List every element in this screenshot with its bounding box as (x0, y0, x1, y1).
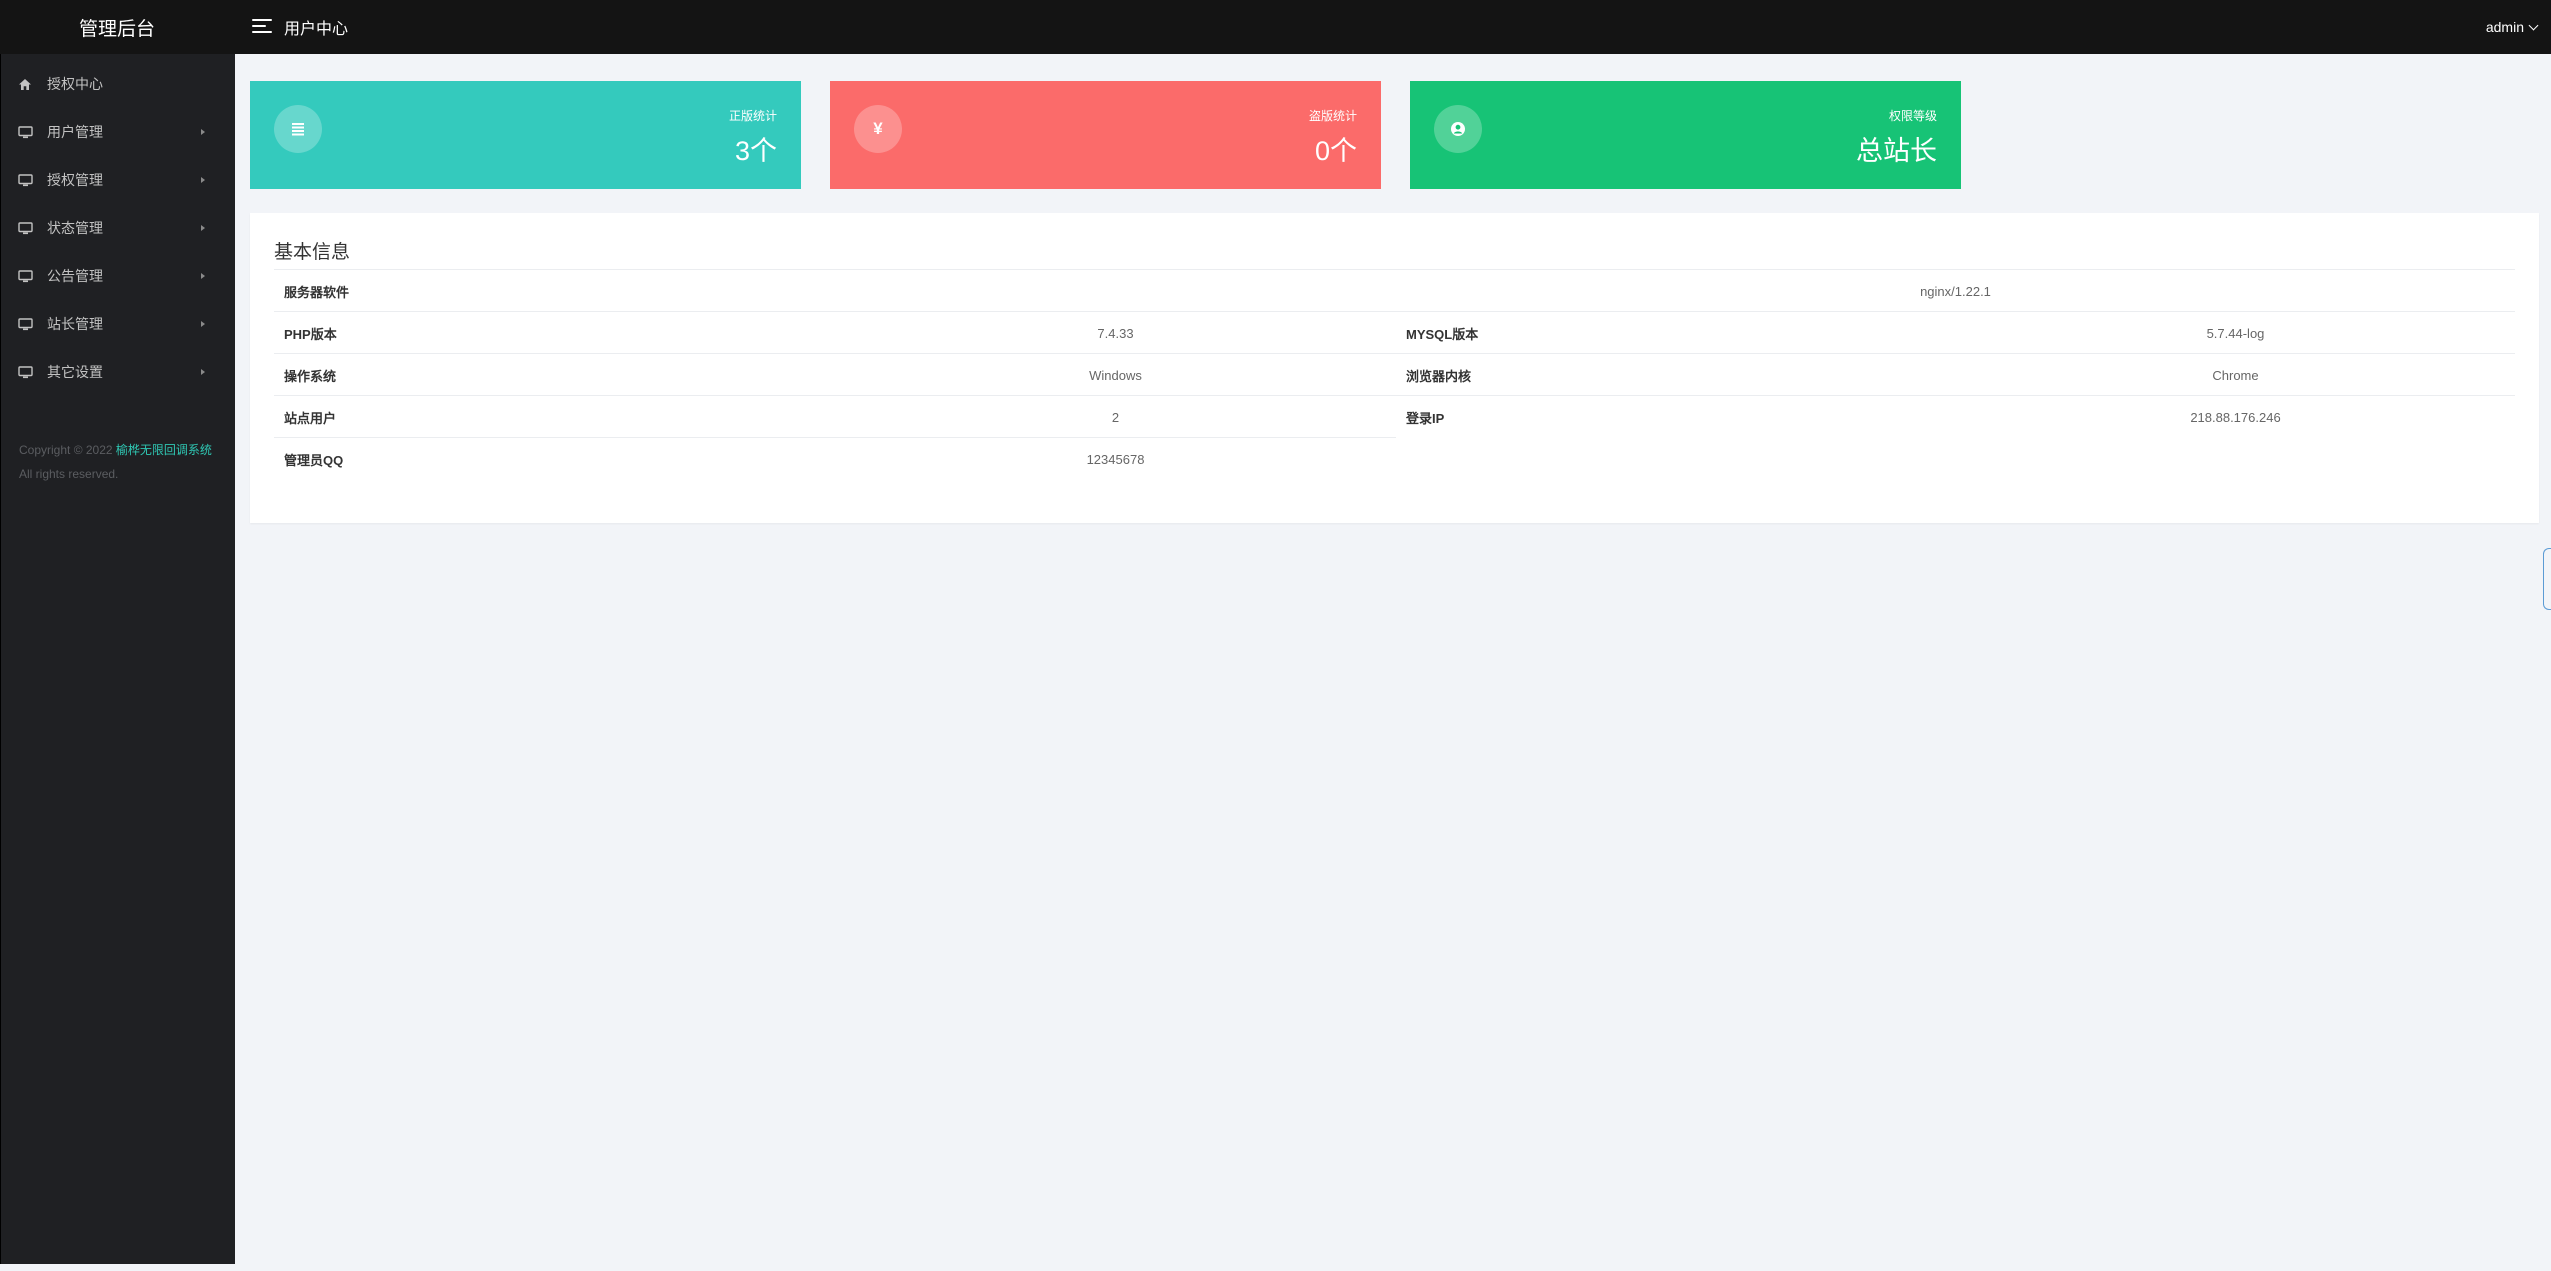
sidebar-item-label: 用户管理 (47, 124, 103, 140)
sidebar-item-label: 授权中心 (47, 76, 103, 92)
info-row-php-version: PHP版本 7.4.33 (274, 311, 1396, 353)
username: admin (2485, 19, 2524, 35)
copyright-prefix: Copyright © 2022 (19, 443, 116, 457)
caret-right-icon (201, 177, 205, 183)
sidebar-item-webmaster-management[interactable]: 站长管理 (1, 300, 235, 348)
sidebar-item-label: 状态管理 (47, 220, 103, 236)
info-row-login-ip: 登录IP 218.88.176.246 (1396, 395, 2515, 437)
copyright-brand-link[interactable]: 榆桦无限回调系统 (116, 443, 212, 457)
stat-value: 总站长 (1856, 136, 1937, 166)
user-circle-icon (1434, 105, 1482, 153)
copyright: Copyright © 2022 榆桦无限回调系统 All rights res… (19, 438, 219, 486)
copyright-suffix: All rights reserved. (19, 467, 119, 481)
sidebar-item-announcement-management[interactable]: 公告管理 (1, 252, 235, 300)
sidebar-item-license-management[interactable]: 授权管理 (1, 156, 235, 204)
stat-card-genuine: 正版统计 3个 (250, 81, 801, 189)
list-icon (274, 105, 322, 153)
user-menu[interactable]: admin (2485, 0, 2539, 54)
stat-label: 盗版统计 (1308, 109, 1357, 123)
info-key: 浏览器内核 (1406, 368, 1472, 384)
stat-card-pirated: ¥ 盗版统计 0个 (830, 81, 1381, 189)
chevron-down-icon (2528, 20, 2539, 30)
stat-label: 正版统计 (728, 109, 777, 123)
sidebar-item-label: 授权管理 (47, 172, 103, 188)
info-key: 管理员QQ (284, 452, 344, 468)
info-value: 5.7.44-log (2206, 325, 2265, 341)
info-value: 7.4.33 (1097, 325, 1134, 341)
info-key: 登录IP (1406, 410, 1445, 426)
monitor-icon (17, 268, 33, 284)
page-title: 用户中心 (284, 21, 349, 38)
basic-info-panel: 基本信息 服务器软件 nginx/1.22.1 PHP版本 7.4.33 MYS… (250, 213, 2539, 523)
info-key: PHP版本 (284, 326, 337, 342)
stat-label: 权限等级 (1888, 109, 1937, 123)
info-value: 2 (1111, 409, 1120, 425)
info-value: Windows (1089, 367, 1142, 383)
caret-right-icon (201, 369, 205, 375)
info-row-server-software: 服务器软件 nginx/1.22.1 (274, 269, 2515, 311)
monitor-icon (17, 172, 33, 188)
info-row-browser-engine: 浏览器内核 Chrome (1396, 353, 2515, 395)
info-value: nginx/1.22.1 (1920, 283, 1991, 299)
home-icon (17, 76, 33, 92)
monitor-icon (17, 364, 33, 380)
sidebar-item-user-management[interactable]: 用户管理 (1, 108, 235, 156)
monitor-icon (17, 124, 33, 140)
stat-card-permission-level: 权限等级 总站长 (1410, 81, 1961, 189)
info-value: 12345678 (1086, 451, 1145, 467)
info-key: MYSQL版本 (1406, 326, 1479, 342)
panel-title: 基本信息 (274, 242, 351, 263)
caret-right-icon (201, 273, 205, 279)
side-float-tab[interactable] (2543, 548, 2551, 610)
stat-value: 0个 (1314, 136, 1357, 166)
info-key: 服务器软件 (284, 284, 350, 300)
yen-icon: ¥ (854, 105, 902, 153)
sidebar-item-label: 其它设置 (47, 364, 103, 380)
stat-value: 3个 (734, 136, 777, 166)
caret-right-icon (201, 129, 205, 135)
sidebar-item-auth-center[interactable]: 授权中心 (1, 60, 235, 108)
info-value: 218.88.176.246 (2190, 409, 2281, 425)
info-key: 操作系统 (284, 368, 337, 384)
sidebar-item-label: 站长管理 (47, 316, 103, 332)
info-value: Chrome (2212, 367, 2259, 383)
info-row-admin-qq: 管理员QQ 12345678 (274, 437, 1396, 479)
caret-right-icon (201, 225, 205, 231)
sidebar-item-other-settings[interactable]: 其它设置 (1, 348, 235, 396)
top-bar: 管理后台 用户中心 admin (0, 0, 2551, 54)
menu-toggle-icon[interactable] (252, 17, 272, 35)
caret-right-icon (201, 321, 205, 327)
monitor-icon (17, 316, 33, 332)
info-key: 站点用户 (284, 410, 337, 426)
brand-title[interactable]: 管理后台 (0, 0, 234, 54)
info-row-site-users: 站点用户 2 (274, 395, 1396, 437)
sidebar-item-label: 公告管理 (47, 268, 103, 284)
info-row-mysql-version: MYSQL版本 5.7.44-log (1396, 311, 2515, 353)
sidebar: 授权中心 用户管理 授权管理 状态管理 公告管理 站长管理 其它设置 Copyr… (0, 54, 235, 1264)
info-row-os: 操作系统 Windows (274, 353, 1396, 395)
sidebar-item-status-management[interactable]: 状态管理 (1, 204, 235, 252)
monitor-icon (17, 220, 33, 236)
